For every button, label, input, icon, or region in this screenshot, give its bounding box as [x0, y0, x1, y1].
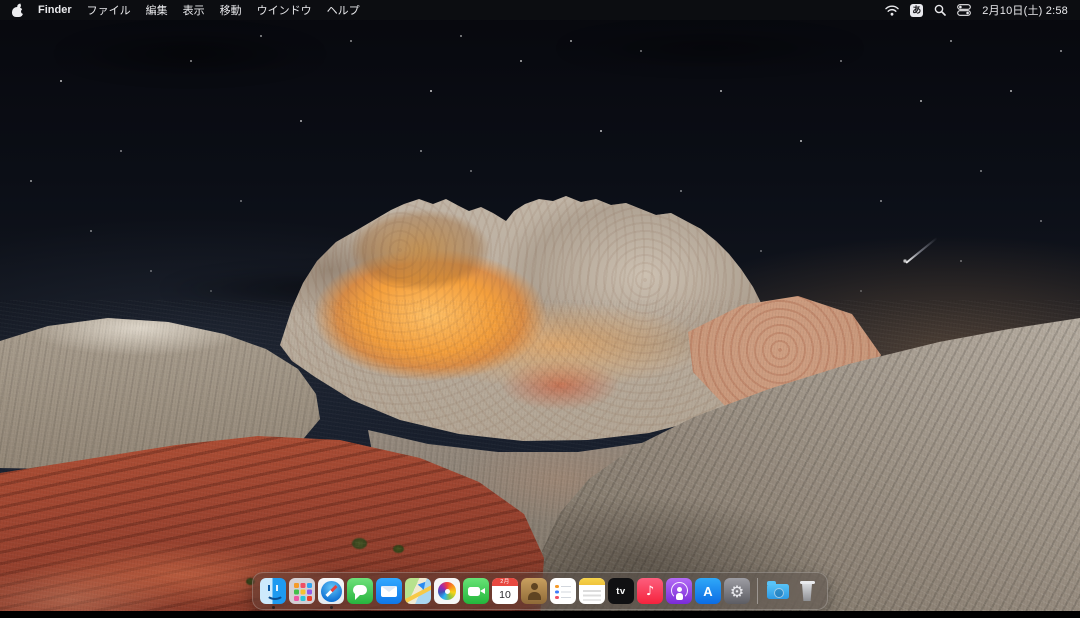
dock-launchpad[interactable] [289, 578, 315, 604]
app-store-icon: A [695, 578, 721, 604]
podcasts-icon [666, 578, 692, 604]
app-menu-finder[interactable]: Finder [38, 4, 72, 16]
letterbox-bottom [0, 611, 1080, 618]
input-method-icon[interactable]: あ [910, 4, 923, 17]
menu-edit[interactable]: 編集 [146, 2, 168, 18]
dock-mail[interactable] [376, 578, 402, 604]
photos-icon [434, 578, 460, 604]
reminders-icon [550, 578, 576, 604]
comet-icon [903, 259, 907, 263]
wallpaper-shrub [352, 538, 367, 549]
dock-messages[interactable] [347, 578, 373, 604]
maps-icon [405, 578, 431, 604]
menu-window[interactable]: ウインドウ [257, 2, 312, 18]
comet-tail [905, 237, 937, 264]
finder-icon [260, 578, 286, 604]
wallpaper-shrub [393, 545, 404, 553]
menu-file[interactable]: ファイル [87, 2, 131, 18]
wallpaper-rock-skirt [0, 0, 1080, 618]
music-icon: ♪ [637, 578, 663, 604]
wallpaper-cloud [555, 26, 865, 70]
notes-icon [579, 578, 605, 604]
control-center-icon[interactable] [957, 4, 971, 16]
folder-icon [765, 578, 791, 604]
macos-desktop: Finder ファイル 編集 表示 移動 ウインドウ ヘルプ あ [0, 0, 1080, 618]
wallpaper-grain [0, 300, 1080, 618]
calendar-day: 10 [492, 586, 518, 604]
dock-notes[interactable] [579, 578, 605, 604]
calendar-month: 2月 [492, 578, 518, 586]
dock-podcasts[interactable] [666, 578, 692, 604]
system-settings-gear-icon: ⚙ [724, 578, 750, 604]
menu-view[interactable]: 表示 [183, 2, 205, 18]
safari-icon [318, 578, 344, 604]
dock-separator [757, 578, 758, 604]
dock-maps[interactable] [405, 578, 431, 604]
dock-trash[interactable] [794, 578, 820, 604]
dock-music[interactable]: ♪ [637, 578, 663, 604]
wallpaper-rock-left [0, 0, 1080, 618]
wallpaper-rock-saddle [0, 0, 1080, 618]
dock-facetime[interactable] [463, 578, 489, 604]
menu-bar: Finder ファイル 編集 表示 移動 ウインドウ ヘルプ あ [0, 0, 1080, 20]
wallpaper-rock-dome [0, 0, 1080, 618]
dock-reminders[interactable] [550, 578, 576, 604]
dock-downloads-folder[interactable] [765, 578, 791, 604]
dock-calendar[interactable]: 2月 10 [492, 578, 518, 604]
dock-finder[interactable] [260, 578, 286, 604]
wallpaper-sky [0, 0, 1080, 618]
messages-icon [347, 578, 373, 604]
wallpaper-rock-red [0, 0, 1080, 618]
dock-safari[interactable] [318, 578, 344, 604]
calendar-icon: 2月 10 [492, 578, 518, 604]
dock: 2月 10 tv ♪ A ⚙ [252, 572, 828, 610]
dock-app-store[interactable]: A [695, 578, 721, 604]
dock-photos[interactable] [434, 578, 460, 604]
wallpaper-rock-texture [0, 0, 1080, 618]
trash-icon [794, 578, 820, 604]
wallpaper-cloud [55, 28, 325, 80]
dock-system-settings[interactable]: ⚙ [724, 578, 750, 604]
facetime-icon [463, 578, 489, 604]
launchpad-icon [289, 578, 315, 604]
apple-menu-icon[interactable] [12, 4, 23, 17]
search-icon[interactable] [934, 4, 946, 16]
running-indicator [272, 606, 275, 609]
wifi-icon[interactable] [885, 5, 899, 16]
menu-go[interactable]: 移動 [220, 2, 242, 18]
running-indicator [330, 606, 333, 609]
dock-apple-tv[interactable]: tv [608, 578, 634, 604]
mail-icon [376, 578, 402, 604]
wallpaper-rock-right [0, 0, 1080, 618]
apple-tv-icon: tv [608, 578, 634, 604]
menu-help[interactable]: ヘルプ [327, 2, 360, 18]
wallpaper-cloud [160, 268, 470, 310]
dock-contacts[interactable] [521, 578, 547, 604]
contacts-icon [521, 578, 547, 604]
menu-bar-clock[interactable]: 2月10日(土) 2:58 [982, 2, 1068, 18]
